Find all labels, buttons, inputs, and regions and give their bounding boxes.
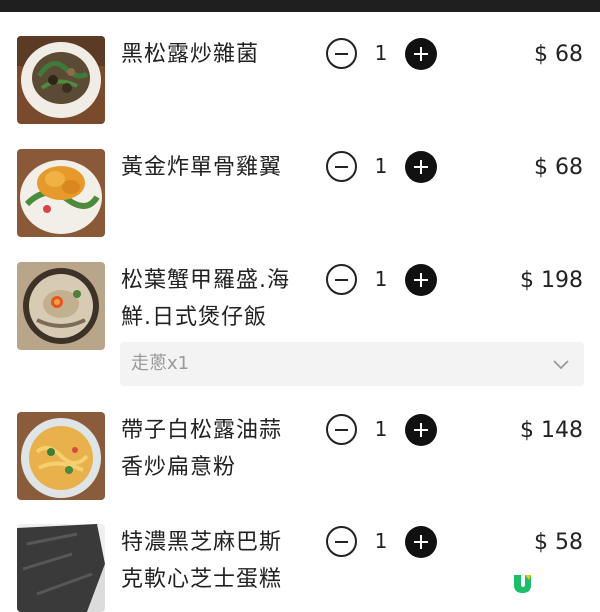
item-name-line: 帶子白松露油蒜 (121, 418, 283, 443)
u-logo-icon (514, 575, 531, 593)
chevron-down-icon[interactable] (552, 355, 570, 373)
plus-circle-icon[interactable] (405, 414, 437, 446)
minus-circle-icon[interactable] (326, 414, 357, 445)
item-price: $ 58 (534, 530, 583, 555)
item-name-line: 克軟心芝士蛋糕 (121, 567, 283, 592)
item-photo[interactable] (17, 412, 105, 500)
plus-circle-icon[interactable] (405, 264, 437, 296)
item-name-line: 香炒扁意粉 (121, 455, 237, 480)
item-photo[interactable] (17, 262, 105, 350)
quantity-stepper: 1 (326, 264, 438, 296)
item-name-line: 黑松露炒雜菌 (121, 42, 260, 67)
plus-circle-icon[interactable] (405, 38, 437, 70)
item-photo[interactable] (17, 149, 105, 237)
item-name: 黃金炸單骨雞翼 (121, 149, 311, 186)
quantity-value: 1 (374, 41, 388, 65)
quantity-value: 1 (374, 267, 388, 291)
item-price: $ 198 (520, 268, 583, 293)
plus-circle-icon[interactable] (405, 151, 437, 183)
top-bar (0, 0, 600, 12)
item-photo[interactable] (17, 36, 105, 124)
minus-circle-icon[interactable] (326, 151, 357, 182)
quantity-stepper: 1 (326, 414, 438, 446)
option-label: 走蔥x1 (131, 353, 190, 374)
quantity-value: 1 (374, 154, 388, 178)
minus-circle-icon[interactable] (326, 38, 357, 69)
quantity-stepper: 1 (326, 526, 438, 558)
item-name-line: 特濃黑芝麻巴斯 (121, 530, 283, 555)
item-name-line: 松葉蟹甲羅盛.海 (121, 268, 290, 293)
item-price: $ 68 (534, 155, 583, 180)
quantity-stepper: 1 (326, 38, 438, 70)
item-price: $ 148 (520, 418, 583, 443)
plus-circle-icon[interactable] (405, 526, 437, 558)
item-name: 黑松露炒雜菌 (121, 36, 311, 73)
quantity-value: 1 (374, 417, 388, 441)
quantity-value: 1 (374, 529, 388, 553)
minus-circle-icon[interactable] (326, 526, 357, 557)
item-name: 松葉蟹甲羅盛.海 鮮.日式煲仔飯 (121, 262, 311, 336)
item-name: 特濃黑芝麻巴斯 克軟心芝士蛋糕 (121, 524, 311, 598)
item-name-line: 鮮.日式煲仔飯 (121, 305, 267, 330)
item-photo[interactable] (17, 524, 105, 612)
minus-circle-icon[interactable] (326, 264, 357, 295)
quantity-stepper: 1 (326, 151, 438, 183)
item-option-dropdown[interactable]: 走蔥x1 (120, 342, 584, 386)
item-name: 帶子白松露油蒜 香炒扁意粉 (121, 412, 311, 486)
item-price: $ 68 (534, 42, 583, 67)
item-name-line: 黃金炸單骨雞翼 (121, 155, 283, 180)
